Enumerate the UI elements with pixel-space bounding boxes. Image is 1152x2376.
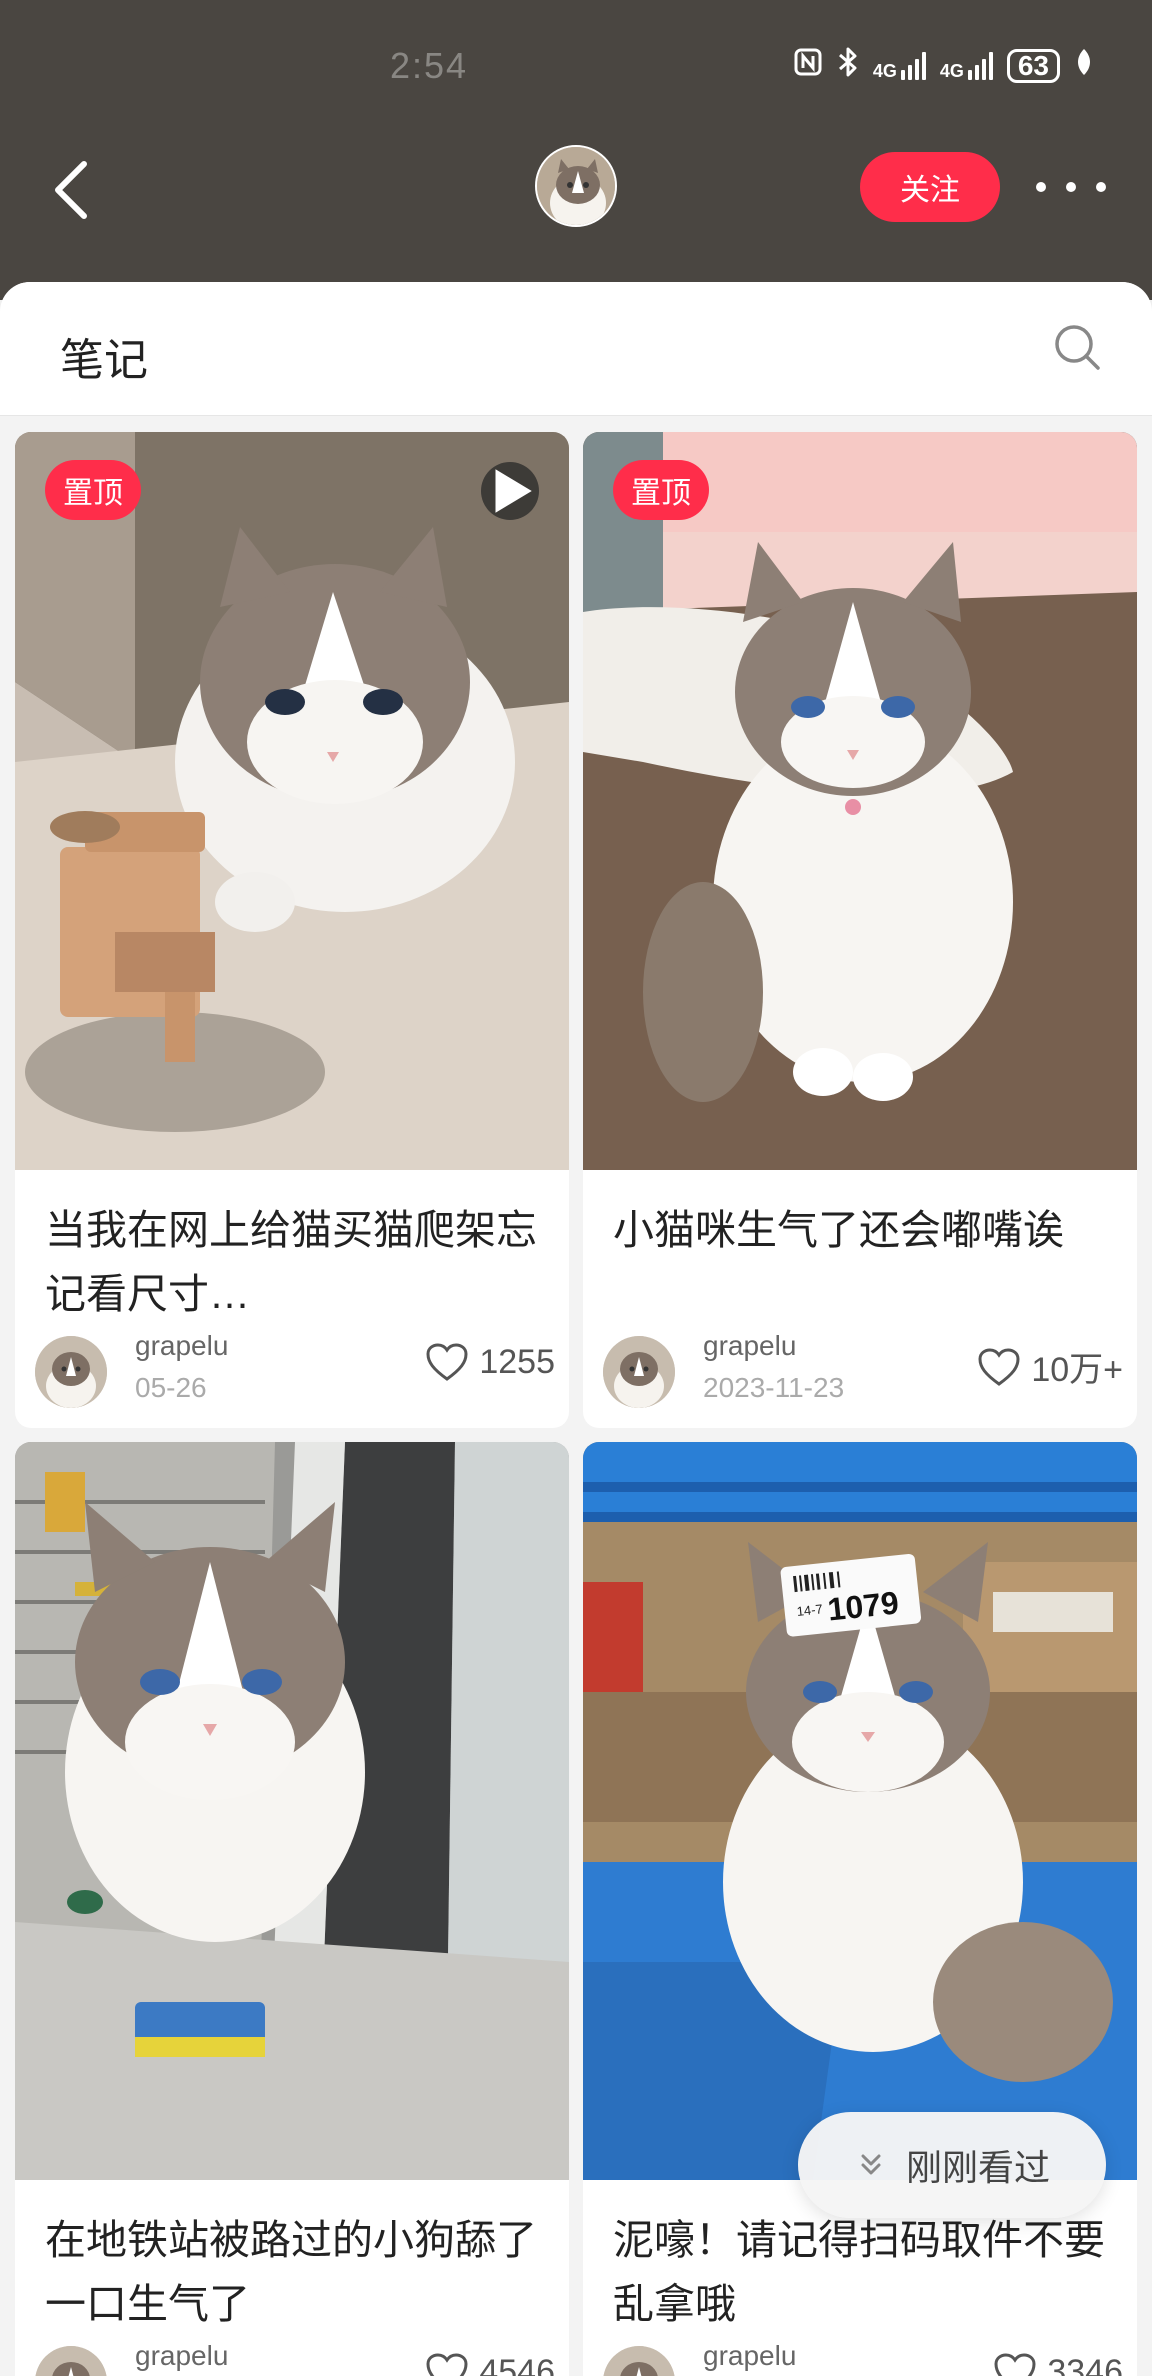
note-meta: grapelu 4546 [35, 2338, 555, 2376]
author-avatar[interactable] [35, 2346, 107, 2376]
note-meta: grapelu 3346 [603, 2338, 1123, 2376]
author-avatar[interactable] [603, 1336, 675, 1408]
note-meta: grapelu 05-26 1255 [35, 1328, 555, 1408]
heart-icon [994, 2353, 1036, 2376]
like-button[interactable]: 4546 [425, 2352, 555, 2376]
recently-viewed-label: 刚刚看过 [905, 2147, 1050, 2188]
recently-viewed-button[interactable]: 刚刚看过 [798, 2112, 1106, 2218]
follow-button[interactable]: 关注 [860, 152, 1000, 222]
like-count: 10万+ [1031, 1351, 1123, 1389]
like-count: 3346 [1047, 2352, 1123, 2376]
signal-icon-1: 4G [873, 51, 926, 80]
video-badge [481, 462, 539, 520]
price-tag-number: 1079 [826, 1584, 901, 1627]
note-title: 当我在网上给猫买猫爬架忘记看尺寸… [45, 1207, 537, 1317]
signal-icon-2: 4G [940, 51, 993, 80]
note-card[interactable]: 置顶 小猫咪生气了还会嘟嘴诶 grapelu 2023-11-23 10万+ [583, 432, 1137, 1428]
more-dot [1036, 182, 1046, 192]
sheet-header: 笔记 [0, 282, 1152, 416]
like-button[interactable]: 1255 [425, 1342, 555, 1382]
search-button[interactable] [1052, 322, 1104, 374]
note-date: 05-26 [135, 1372, 207, 1403]
chevron-left-icon [55, 161, 87, 219]
heart-icon [978, 1347, 1020, 1386]
leaf-icon [1074, 47, 1094, 84]
status-time: 2:54 [390, 45, 469, 86]
price-tag-small: 14-7 [796, 1601, 823, 1619]
play-icon [495, 469, 532, 513]
author-avatar[interactable] [603, 2346, 675, 2376]
note-card[interactable]: 14-7 1079 泥嚎！请记得扫码取件不要乱拿哦 grapelu 3346 [583, 1442, 1137, 2376]
search-icon [1055, 325, 1100, 370]
more-dot [1096, 182, 1106, 192]
more-button[interactable] [1036, 162, 1106, 212]
pinned-badge: 置顶 [45, 460, 141, 520]
status-bar: 2:54 4G 4G 63 [0, 0, 1152, 130]
like-count: 4546 [479, 2352, 555, 2376]
like-button[interactable]: 3346 [993, 2352, 1123, 2376]
author-name[interactable]: grapelu [135, 1330, 228, 1362]
avatar[interactable] [535, 145, 617, 227]
section-title: 笔记 [60, 336, 148, 385]
author-name[interactable]: grapelu [703, 1330, 796, 1362]
like-button[interactable]: 10万+ [977, 1342, 1123, 1391]
author-name[interactable]: grapelu [135, 2340, 228, 2372]
pinned-badge: 置顶 [613, 460, 709, 520]
note-meta: grapelu 2023-11-23 10万+ [603, 1328, 1123, 1408]
note-cover-image: 置顶 [583, 432, 1137, 1170]
battery-indicator: 63 [1006, 48, 1060, 83]
nav-bar: 关注 [0, 140, 1152, 240]
back-button[interactable] [44, 150, 104, 230]
top-bar: 2:54 4G 4G 63 关注 [0, 0, 1152, 300]
note-cover-image: 14-7 1079 [583, 1442, 1137, 2180]
more-dot [1066, 182, 1076, 192]
note-title: 小猫咪生气了还会嘟嘴诶 [613, 1207, 1064, 1253]
heart-icon [426, 1343, 468, 1381]
author-name[interactable]: grapelu [703, 2340, 796, 2372]
status-icons: 4G 4G 63 [793, 46, 1094, 85]
nfc-icon [793, 47, 823, 84]
bluetooth-icon [837, 46, 859, 85]
note-cover-image [15, 1442, 569, 2180]
note-title: 泥嚎！请记得扫码取件不要乱拿哦 [613, 2217, 1105, 2327]
double-chevron-down-icon [861, 2154, 881, 2175]
note-card[interactable]: 置顶 当我在网上给猫买猫爬架忘记看尺寸… grapelu 05-26 1255 [15, 432, 569, 1428]
note-cover-image: 置顶 [15, 432, 569, 1170]
like-count: 1255 [479, 1342, 555, 1381]
note-card[interactable]: 在地铁站被路过的小狗舔了一口生气了 grapelu 4546 [15, 1442, 569, 2376]
notes-sheet: 笔记 置顶 当我在网上给猫买猫爬架忘记看尺寸… grapelu 05-26 12… [0, 282, 1152, 2376]
author-avatar[interactable] [35, 1336, 107, 1408]
note-date: 2023-11-23 [703, 1372, 845, 1403]
heart-icon [426, 2353, 468, 2376]
note-title: 在地铁站被路过的小狗舔了一口生气了 [45, 2217, 537, 2327]
